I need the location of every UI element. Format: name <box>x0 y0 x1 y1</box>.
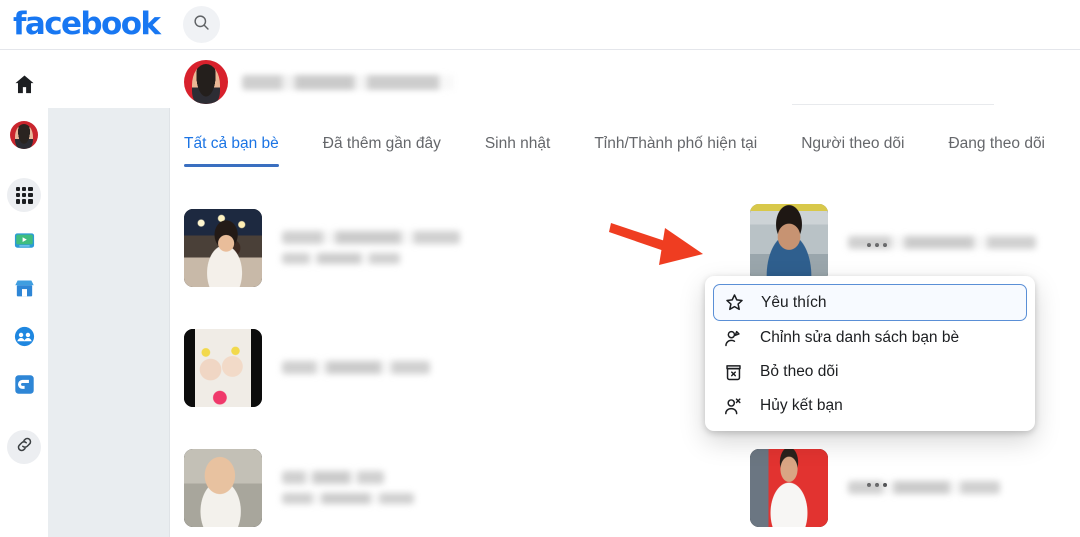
woman-figure <box>184 208 262 287</box>
home-icon <box>13 73 36 101</box>
babies-figures <box>184 328 262 407</box>
active-tab-underline <box>184 163 279 167</box>
tab-current-city[interactable]: Tỉnh/Thành phố hiện tại <box>594 134 757 167</box>
sidebar-item-gaming[interactable] <box>7 370 41 404</box>
tab-birthdays[interactable]: Sinh nhật <box>485 134 551 167</box>
friend-photo[interactable] <box>750 203 828 282</box>
tab-all-friends[interactable]: Tất cả bạn bè <box>184 134 279 167</box>
tab-recently-added[interactable]: Đã thêm gần đây <box>323 134 441 167</box>
friend-info <box>282 361 614 374</box>
sidebar-item-profile[interactable] <box>7 118 41 152</box>
menu-grid-icon <box>15 186 33 204</box>
person-edit-icon <box>722 327 744 349</box>
header-divider <box>792 104 994 105</box>
list-item[interactable] <box>750 435 1080 537</box>
left-icon-rail <box>0 50 48 537</box>
friend-photo[interactable] <box>184 448 262 527</box>
person-remove-icon <box>722 395 744 417</box>
star-icon <box>723 292 745 314</box>
man-figure <box>750 203 828 282</box>
friend-options-dropdown-menu: Yêu thích Chỉnh sửa danh sách bạn bè Bỏ … <box>705 276 1035 431</box>
tab-label: Sinh nhật <box>484 135 551 152</box>
friend-name <box>848 236 1036 249</box>
tab-label: Tất cả bạn bè <box>184 135 279 152</box>
menu-item-label: Bỏ theo dõi <box>760 363 839 381</box>
gaming-icon <box>13 373 36 401</box>
tab-label: Người theo dõi <box>801 135 905 152</box>
menu-item-label: Yêu thích <box>761 293 827 311</box>
menu-item-label: Hủy kết bạn <box>760 397 843 415</box>
page-title <box>242 74 454 90</box>
man-white-shirt-figure <box>750 448 828 527</box>
search-icon <box>193 14 210 36</box>
watch-video-icon <box>13 229 36 257</box>
search-button[interactable] <box>183 6 221 43</box>
top-navigation-bar: facebook <box>0 0 1080 50</box>
unfollow-box-icon <box>722 361 744 383</box>
facebook-friends-page: facebook Tất cả bạn bè Đã thêm gần đây S… <box>0 0 1080 537</box>
marketplace-icon <box>13 277 36 305</box>
tab-label: Đã thêm gần đây <box>322 135 441 152</box>
friend-name <box>282 361 430 374</box>
sidebar-item-links[interactable] <box>7 430 41 464</box>
friend-info <box>848 481 1080 494</box>
sidebar-item-home[interactable] <box>7 70 41 104</box>
tab-label: Tỉnh/Thành phố hiện tại <box>594 135 758 152</box>
menu-item-favorite[interactable]: Yêu thích <box>713 284 1027 321</box>
list-item[interactable] <box>184 315 614 420</box>
friend-name <box>282 231 460 244</box>
sidebar-item-menu[interactable] <box>7 178 41 212</box>
link-icon <box>15 435 34 459</box>
list-item[interactable] <box>184 195 614 300</box>
secondary-sidebar-panel <box>48 108 170 537</box>
facebook-logo[interactable]: facebook <box>13 9 161 40</box>
tab-label: Đang theo dõi <box>948 135 1046 152</box>
friend-photo[interactable] <box>750 448 828 527</box>
friend-photo[interactable] <box>184 328 262 407</box>
groups-icon <box>13 325 36 353</box>
friend-info <box>282 231 614 264</box>
friends-tab-bar: Tất cả bạn bè Đã thêm gần đây Sinh nhật … <box>170 134 1080 176</box>
menu-item-unfollow[interactable]: Bỏ theo dõi <box>713 355 1027 389</box>
menu-item-edit-friend-list[interactable]: Chỉnh sửa danh sách bạn bè <box>713 321 1027 355</box>
friend-subtitle <box>282 253 400 264</box>
friend-subtitle <box>282 493 414 504</box>
tab-following[interactable]: Đang theo dõi <box>948 134 1045 167</box>
friend-name <box>848 481 1000 494</box>
menu-item-unfriend[interactable]: Hủy kết bạn <box>713 389 1027 423</box>
list-item[interactable] <box>184 435 614 537</box>
menu-item-label: Chỉnh sửa danh sách bạn bè <box>760 329 960 347</box>
sidebar-item-video[interactable] <box>7 226 41 260</box>
tab-followers[interactable]: Người theo dõi <box>801 134 904 167</box>
sidebar-item-marketplace[interactable] <box>7 274 41 308</box>
profile-avatar-icon <box>10 121 38 149</box>
sidebar-item-groups[interactable] <box>7 322 41 356</box>
friend-info <box>282 471 614 504</box>
friend-name <box>282 471 384 484</box>
friend-info <box>848 236 1080 249</box>
avatar[interactable] <box>184 60 228 104</box>
profile-header[interactable] <box>184 60 454 104</box>
friend-photo[interactable] <box>184 208 262 287</box>
baby-figure <box>184 448 262 527</box>
